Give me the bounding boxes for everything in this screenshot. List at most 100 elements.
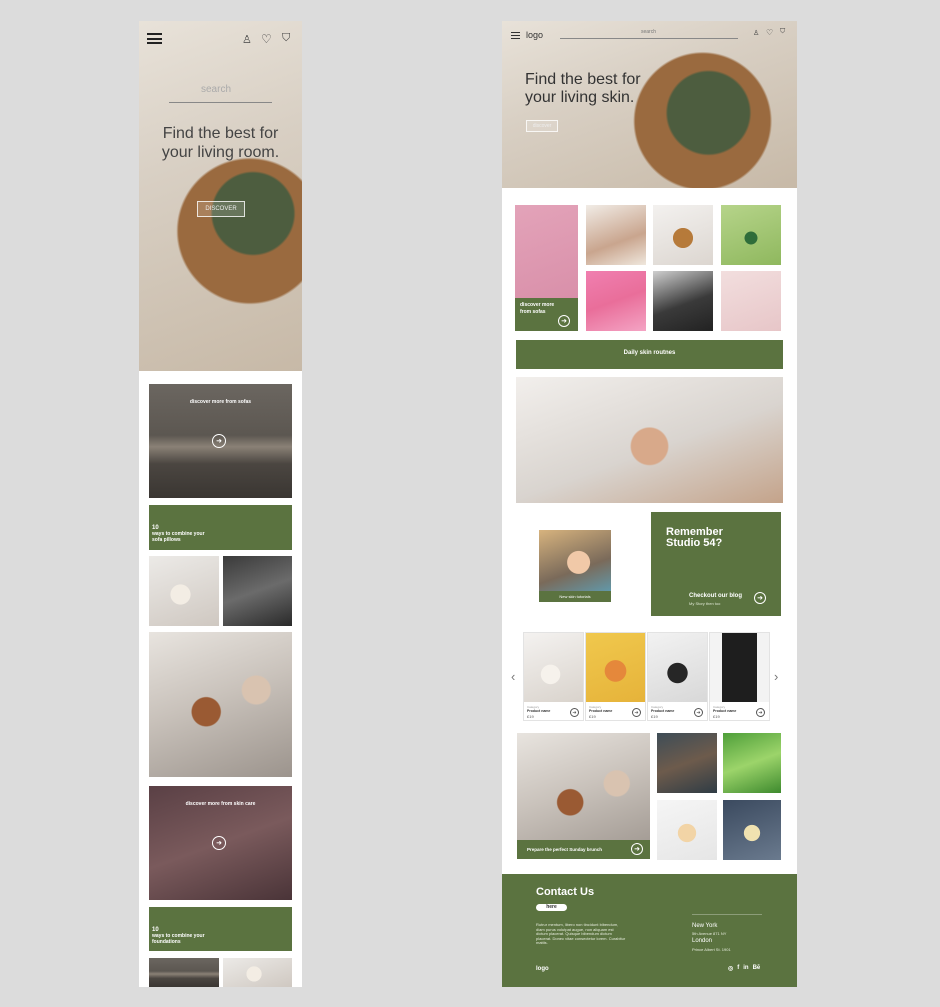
- desktop-hero-title: Find the best for your living skin.: [525, 71, 641, 106]
- footer-address2: Prince Albert St. 1901: [692, 947, 731, 952]
- discover-button[interactable]: discover: [526, 120, 558, 132]
- candle-photo: [149, 556, 219, 626]
- mobile-hero: ♙ ♡ ⛉ search Find the best for your livi…: [139, 21, 302, 371]
- foundations-text: ways to combine your foundations: [152, 933, 205, 945]
- daily-routines-button[interactable]: Daily skin routnes: [516, 340, 783, 369]
- product-image: [586, 633, 645, 702]
- arrow-right-icon[interactable]: ➜: [212, 434, 226, 448]
- contact-button[interactable]: here: [536, 904, 567, 911]
- daily-routines-label: Daily skin routnes: [623, 350, 676, 356]
- search-input[interactable]: search: [560, 29, 738, 39]
- product-name: Product name: [589, 709, 613, 713]
- product-price: £19: [589, 714, 596, 719]
- search-input[interactable]: search: [169, 81, 272, 103]
- foundations-card[interactable]: 10 ways to combine your foundations: [149, 907, 292, 951]
- product-name: Product name: [651, 709, 675, 713]
- linkedin-icon[interactable]: in: [743, 965, 748, 972]
- cart-icon[interactable]: ⛉: [282, 32, 290, 45]
- product-price: £19: [527, 714, 534, 719]
- bottom-photo-left: [149, 958, 219, 987]
- social-links: ◎ f in Bē: [728, 965, 760, 972]
- sofas-card[interactable]: discover more from sofas ➜: [149, 384, 292, 498]
- footer-body: Rutrur mentum, libero non tincidunt bibe…: [536, 922, 626, 945]
- menu-icon[interactable]: [147, 33, 162, 44]
- food-photo-4: [723, 800, 781, 860]
- product-card[interactable]: Category Product name £19 ➜: [709, 632, 770, 721]
- arrow-right-icon[interactable]: ➜: [756, 708, 765, 717]
- chevron-left-icon[interactable]: ‹: [511, 669, 515, 684]
- food-photo-3: [657, 800, 717, 860]
- footer-city2: London: [692, 938, 713, 944]
- product-name: Product name: [713, 709, 737, 713]
- pillows-text: ways to combine your sofa pillows: [152, 531, 205, 543]
- arrow-right-icon[interactable]: ➜: [694, 708, 703, 717]
- food-photo-1: [657, 733, 717, 793]
- search-placeholder: search: [201, 84, 232, 95]
- footer-logo[interactable]: logo: [536, 966, 549, 972]
- blog-title: Remember Studio 54?: [666, 526, 723, 549]
- jars-photo: [653, 271, 713, 331]
- product-price: £19: [713, 714, 720, 719]
- heart-icon[interactable]: ♡: [766, 28, 773, 37]
- vegan-photo: [586, 205, 646, 265]
- arrow-right-icon[interactable]: ➜: [754, 592, 766, 604]
- leaf-photo: [721, 205, 781, 265]
- footer-divider: [692, 914, 762, 915]
- hands-photo: [516, 377, 783, 503]
- table-photo: [149, 632, 292, 777]
- tutorial-photo[interactable]: New skin tutorials: [539, 530, 611, 602]
- discover-button[interactable]: DISCOVER: [197, 201, 245, 217]
- footer-city: New York: [692, 923, 718, 929]
- bottom-photo-right: [223, 958, 292, 987]
- branch-photo: [721, 271, 781, 331]
- sofas-tile[interactable]: discover more from sofas ➜: [515, 298, 578, 331]
- footer: Contact Us here Rutrur mentum, libero no…: [502, 874, 797, 987]
- menu-icon[interactable]: [511, 32, 520, 39]
- product-card[interactable]: Category Product name £19 ➜: [585, 632, 646, 721]
- arrow-right-icon[interactable]: ➜: [631, 843, 643, 855]
- footer-title: Contact Us: [536, 886, 595, 898]
- product-price: £19: [651, 714, 658, 719]
- brunch-photo[interactable]: Prepare the perfect Sunday brunch ➜: [517, 733, 650, 859]
- blog-card[interactable]: Remember Studio 54? Checkout our blog My…: [651, 512, 781, 616]
- skincare-card[interactable]: discover more from skin care ➜: [149, 786, 292, 900]
- footer-address1: 5th Avenue 871 NY: [692, 931, 727, 936]
- sofas-card-label: discover more from sofas: [189, 399, 252, 405]
- products-photo: [223, 556, 292, 626]
- tutorial-caption-bar: New skin tutorials: [539, 591, 611, 602]
- instagram-icon[interactable]: ◎: [728, 965, 733, 972]
- muffin-photo: [653, 205, 713, 265]
- skincare-card-label: discover more from skin care: [185, 801, 256, 807]
- sofas-tile-label: discover more from sofas: [520, 302, 555, 315]
- trash-icon[interactable]: ⛉: [780, 28, 785, 36]
- pink-bottle-photo: [586, 271, 646, 331]
- tutorial-caption: New skin tutorials: [559, 594, 591, 599]
- arrow-right-icon[interactable]: ➜: [570, 708, 579, 717]
- desktop-page: logo search ♙ ♡ ⛉ Find the best for your…: [502, 21, 797, 987]
- search-placeholder: search: [641, 29, 657, 35]
- arrow-right-icon[interactable]: ➜: [632, 708, 641, 717]
- product-name: Product name: [527, 709, 551, 713]
- product-card[interactable]: Category Product name £19 ➜: [647, 632, 708, 721]
- product-image: [710, 633, 769, 702]
- heart-icon[interactable]: ♡: [261, 32, 272, 46]
- arrow-right-icon[interactable]: ➜: [212, 836, 226, 850]
- blog-link[interactable]: Checkout our blog: [689, 593, 742, 599]
- product-image: [648, 633, 707, 702]
- user-icon[interactable]: ♙: [242, 33, 252, 46]
- facebook-icon[interactable]: f: [737, 965, 739, 972]
- chevron-right-icon[interactable]: ›: [774, 669, 778, 684]
- brunch-label: Prepare the perfect Sunday brunch: [527, 847, 603, 852]
- product-image: [524, 633, 583, 702]
- mobile-hero-title: Find the best for your living room.: [161, 125, 280, 161]
- pink-photo[interactable]: discover more from sofas ➜: [515, 205, 578, 331]
- food-photo-2: [723, 733, 781, 793]
- brunch-bar[interactable]: Prepare the perfect Sunday brunch ➜: [517, 840, 650, 859]
- behance-icon[interactable]: Bē: [753, 965, 761, 972]
- arrow-right-icon[interactable]: ➜: [558, 315, 570, 327]
- product-card[interactable]: Category Product name £19 ➜: [523, 632, 584, 721]
- blog-sub: My Story then too: [689, 601, 721, 606]
- pillows-card[interactable]: 10 ways to combine your sofa pillows: [149, 505, 292, 550]
- user-icon[interactable]: ♙: [753, 29, 759, 37]
- logo[interactable]: logo: [526, 30, 543, 40]
